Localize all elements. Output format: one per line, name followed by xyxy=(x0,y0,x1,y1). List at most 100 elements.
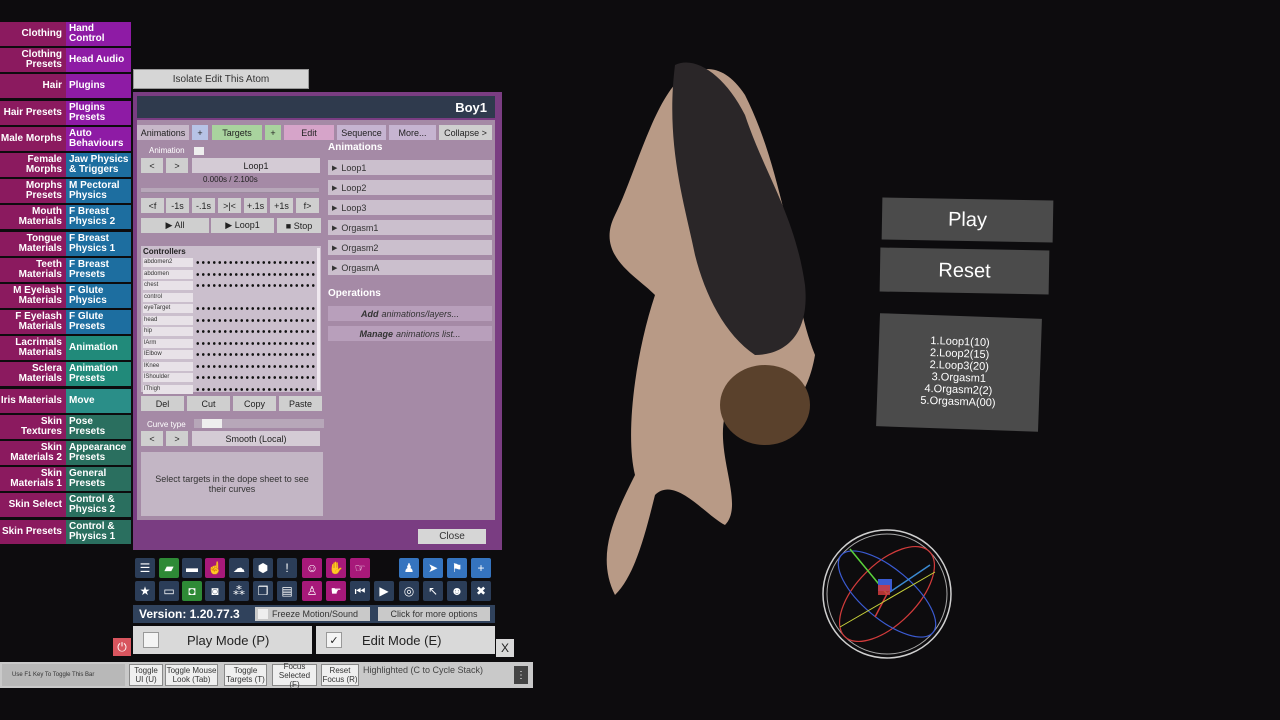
close-button[interactable]: Close xyxy=(418,529,486,544)
add-animation-button[interactable]: + xyxy=(192,125,208,140)
keyframe-track[interactable] xyxy=(195,293,317,302)
category-item[interactable]: Control & Physics 1 xyxy=(66,519,131,544)
person-pink-icon[interactable]: ☺ xyxy=(302,558,322,578)
keyframe-track[interactable] xyxy=(195,361,317,371)
flag-icon[interactable]: ⚑ xyxy=(447,558,467,578)
controller-row[interactable]: control xyxy=(143,292,319,303)
scene-play-button[interactable]: Play xyxy=(881,197,1054,243)
category-item[interactable]: Lacrimals Materials xyxy=(0,336,66,361)
tools-icon[interactable]: ✖ xyxy=(471,581,491,601)
category-item[interactable]: Hand Control xyxy=(66,22,131,46)
stop-button[interactable]: ■ Stop xyxy=(277,218,321,233)
play-all-button[interactable]: ▶ All xyxy=(141,218,209,233)
controller-row[interactable]: lElbow xyxy=(143,350,319,360)
menu-icon[interactable]: ☰ xyxy=(135,558,155,578)
add-animations-button[interactable]: Add animations/layers... xyxy=(328,306,492,321)
category-item[interactable]: Morphs Presets xyxy=(0,179,66,204)
controller-row[interactable]: lKnee xyxy=(143,361,319,372)
animation-list-item[interactable]: ▶ Orgasm2 xyxy=(328,240,492,255)
keyframe-track[interactable] xyxy=(195,327,317,336)
category-item[interactable]: Male Morphs xyxy=(0,126,66,151)
category-item[interactable]: Iris Materials xyxy=(0,388,66,413)
rotation-gizmo-icon[interactable] xyxy=(820,527,955,662)
category-item[interactable]: Animation Presets xyxy=(66,362,131,387)
folder-icon[interactable]: ▬ xyxy=(182,558,202,578)
keyframe-track[interactable] xyxy=(195,315,317,325)
scrub-button[interactable]: +.1s xyxy=(244,198,267,213)
toggle-targets-button[interactable]: Toggle Targets (T) xyxy=(224,664,267,686)
category-item[interactable]: Animation xyxy=(66,336,131,361)
category-item[interactable]: Skin Select xyxy=(0,493,66,518)
edit-op-button[interactable]: Del xyxy=(141,396,184,411)
tab-sequence[interactable]: Sequence xyxy=(337,125,386,140)
tab-more[interactable]: More... xyxy=(389,125,436,140)
category-item[interactable]: F Eyelash Materials xyxy=(0,310,66,335)
alert-icon[interactable]: ! xyxy=(277,558,297,578)
more-vert-icon[interactable]: ⋮ xyxy=(514,666,528,684)
keyframe-track[interactable] xyxy=(195,304,317,313)
category-item[interactable]: Skin Presets xyxy=(0,519,66,544)
controller-row[interactable]: eyeTarget xyxy=(143,304,319,314)
curve-type-track[interactable] xyxy=(194,419,324,428)
scrub-button[interactable]: >|< xyxy=(218,198,241,213)
people-icon[interactable]: ☻ xyxy=(447,581,467,601)
isolate-edit-button[interactable]: Isolate Edit This Atom xyxy=(133,69,309,89)
category-item[interactable]: Hair xyxy=(0,74,66,99)
category-item[interactable]: F Glute Presets xyxy=(66,310,131,335)
category-item[interactable]: Clothing Presets xyxy=(0,48,66,73)
nodes-icon[interactable]: ⁂ xyxy=(229,581,249,601)
category-item[interactable]: Sclera Materials xyxy=(0,362,66,387)
add-target-button[interactable]: + xyxy=(265,125,281,140)
category-item[interactable]: F Breast Physics 2 xyxy=(66,205,131,230)
play-mode-button[interactable]: Play Mode (P) xyxy=(133,626,312,654)
curve-prev-button[interactable]: < xyxy=(141,431,163,446)
controller-row[interactable]: abdomen xyxy=(143,269,319,280)
toggle-mouse-look-button[interactable]: Toggle Mouse Look (Tab) xyxy=(165,664,218,686)
dope-sheet[interactable]: Controllers abdomen2 abdomen chest control e… xyxy=(141,246,321,395)
category-item[interactable]: Teeth Materials xyxy=(0,257,66,282)
category-item[interactable]: Female Morphs xyxy=(0,152,66,177)
curve-next-button[interactable]: > xyxy=(166,431,188,446)
current-animation-select[interactable]: Loop1 xyxy=(192,158,320,173)
focus-selected-button[interactable]: Focus Selected (F) xyxy=(272,662,317,689)
category-item[interactable]: F Breast Physics 1 xyxy=(66,231,131,256)
edit-mode-button[interactable]: ✓ Edit Mode (E) xyxy=(316,626,495,654)
animation-list-item[interactable]: ▶ Loop3 xyxy=(328,200,492,215)
play-loop-button[interactable]: ▶ Loop1 xyxy=(211,218,274,233)
pointer-pink-icon[interactable]: ☝ xyxy=(205,558,225,578)
category-item[interactable]: F Glute Physics xyxy=(66,283,131,308)
category-item[interactable]: M Eyelash Materials xyxy=(0,283,66,308)
controller-row[interactable]: lShoulder xyxy=(143,373,319,383)
scrub-button[interactable]: -.1s xyxy=(192,198,215,213)
play-icon[interactable]: ▶ xyxy=(374,581,394,601)
category-item[interactable]: Control & Physics 2 xyxy=(66,493,131,518)
power-icon[interactable]: ⏻ xyxy=(113,638,131,656)
category-item[interactable]: F Breast Presets xyxy=(66,257,131,282)
send-icon[interactable]: ➤ xyxy=(423,558,443,578)
tab-edit[interactable]: Edit xyxy=(284,125,334,140)
category-item[interactable]: Pose Presets xyxy=(66,414,131,439)
animation-slider-handle[interactable] xyxy=(194,147,204,155)
scrubber[interactable] xyxy=(141,188,319,193)
category-item[interactable]: Plugins xyxy=(66,74,131,99)
document-icon[interactable]: ▤ xyxy=(277,581,297,601)
toggle-ui-button[interactable]: Toggle UI (U) xyxy=(129,664,163,686)
open-folder-icon[interactable]: ▭ xyxy=(159,581,179,601)
controller-row[interactable]: lThigh xyxy=(143,384,319,395)
person-plus-icon[interactable]: ♙ xyxy=(302,581,322,601)
category-item[interactable]: M Pectoral Physics xyxy=(66,179,131,204)
play-mode-checkbox[interactable] xyxy=(143,632,159,648)
next-animation-button[interactable]: > xyxy=(166,158,188,173)
target-icon[interactable]: ◎ xyxy=(399,581,419,601)
category-item[interactable]: Clothing xyxy=(0,22,66,46)
keyframe-track[interactable] xyxy=(195,384,317,394)
star-icon[interactable]: ★ xyxy=(135,581,155,601)
keyframe-track[interactable] xyxy=(195,269,317,279)
animation-list-item[interactable]: ▶ Orgasm1 xyxy=(328,220,492,235)
keyframe-track[interactable] xyxy=(195,281,317,290)
curve-type-select[interactable]: Smooth (Local) xyxy=(192,431,320,446)
collapse-button[interactable]: Collapse > xyxy=(439,125,492,140)
more-options-button[interactable]: Click for more options xyxy=(378,607,490,621)
person-blue-icon[interactable]: ♟ xyxy=(399,558,419,578)
category-item[interactable]: Mouth Materials xyxy=(0,205,66,230)
